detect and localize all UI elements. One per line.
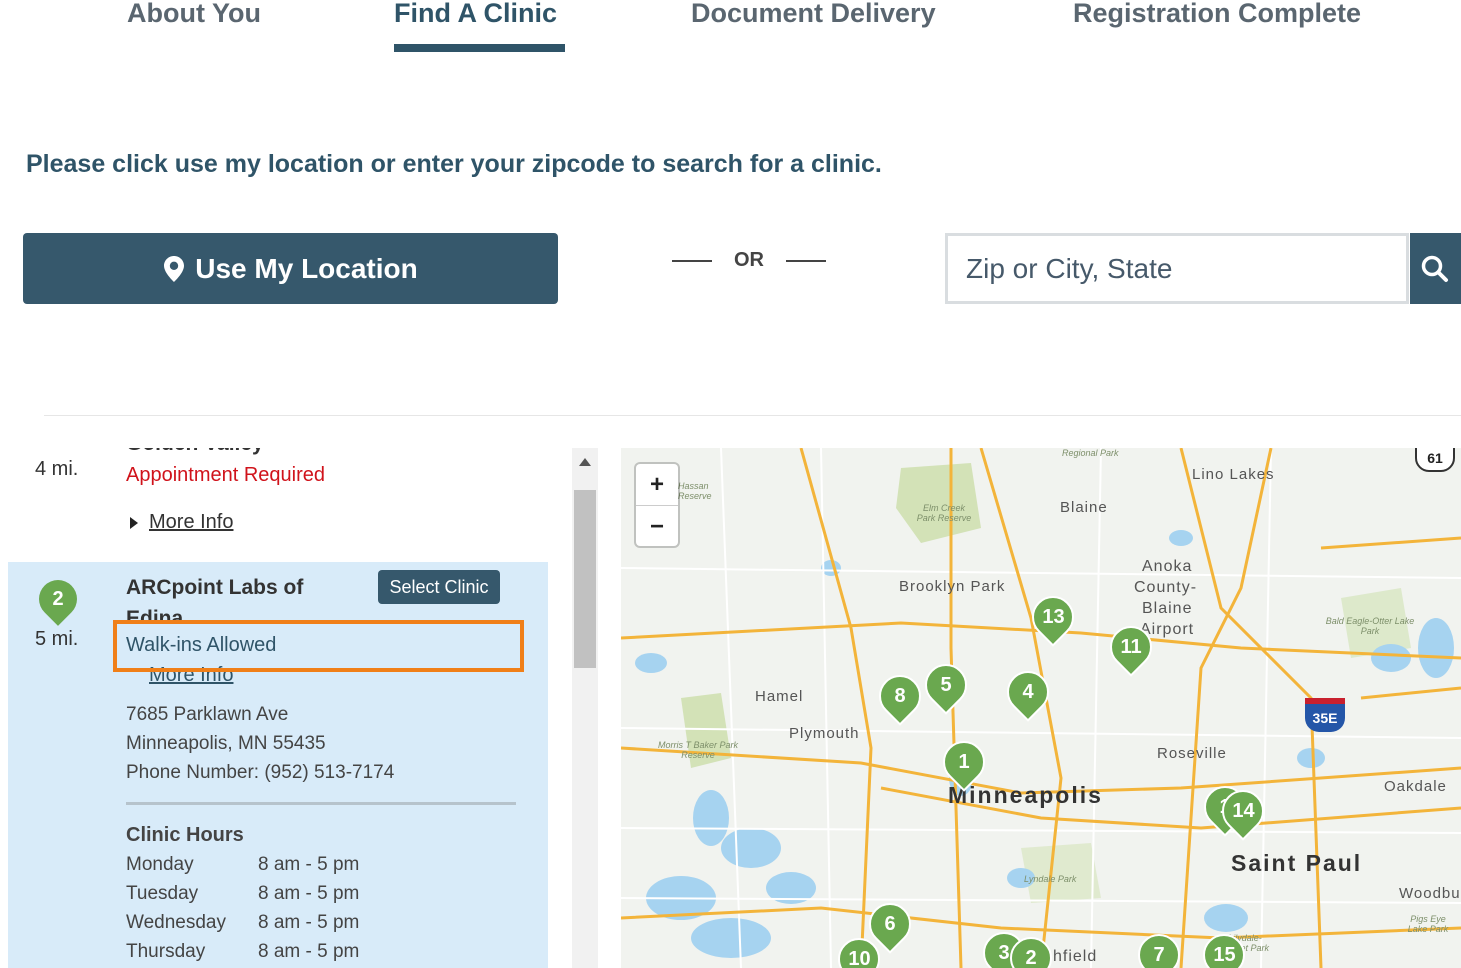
hours-time: 8 am - 5 pm bbox=[258, 883, 360, 904]
appointment-required-label: Appointment Required bbox=[126, 464, 326, 486]
step-document-delivery[interactable]: Document Delivery bbox=[691, 0, 936, 29]
clinic-name-partial: Golden Valley bbox=[126, 448, 264, 456]
map-label: Morris T Baker Park Reserve bbox=[658, 740, 739, 760]
clinic-address-line2: Minneapolis, MN 55435 bbox=[126, 733, 326, 754]
scrollbar-thumb[interactable] bbox=[574, 490, 596, 668]
hours-day: Tuesday bbox=[126, 883, 199, 904]
clinic-number: 2 bbox=[52, 587, 64, 610]
step-about-you[interactable]: About You bbox=[127, 0, 261, 29]
map-label: County- bbox=[1134, 579, 1198, 596]
map-label: Elm Creek Park Reserve bbox=[916, 503, 972, 523]
marker-number: 8 bbox=[894, 684, 906, 707]
marker-number: 11 bbox=[1120, 635, 1142, 658]
map-label: Plymouth bbox=[789, 725, 860, 742]
map-label: Roseville bbox=[1157, 745, 1227, 762]
search-icon bbox=[1421, 255, 1448, 282]
clinic-hours-title: Clinic Hours bbox=[126, 824, 244, 846]
map-label: Hamel bbox=[755, 688, 804, 705]
clinic-phone: Phone Number: (952) 513-7174 bbox=[126, 762, 395, 783]
marker-number: 1 bbox=[958, 750, 970, 773]
marker-number: 14 bbox=[1231, 799, 1255, 822]
highway-number: 35E bbox=[1312, 710, 1338, 726]
or-separator: OR bbox=[672, 249, 826, 272]
search-instruction: Please click use my location or enter yo… bbox=[26, 150, 882, 178]
or-text: OR bbox=[734, 249, 764, 271]
map-label: Brooklyn Park bbox=[899, 578, 1006, 595]
map-label: Oakdale bbox=[1384, 778, 1447, 795]
hours-day: Monday bbox=[126, 854, 194, 875]
clinic-map[interactable]: + − Regional Park Lino Lakes Blaine Hass… bbox=[621, 448, 1461, 968]
interstate-35e-shield-icon: 35E bbox=[1305, 698, 1345, 732]
use-my-location-button[interactable]: Use My Location bbox=[23, 233, 558, 304]
caret-right-icon bbox=[130, 517, 138, 529]
zoom-in-button[interactable]: + bbox=[636, 464, 678, 506]
zoom-out-button[interactable]: − bbox=[636, 506, 678, 547]
hours-time: 8 am - 5 pm bbox=[258, 941, 360, 962]
map-label: Regional Park bbox=[1062, 448, 1119, 458]
map-label: Saint Paul bbox=[1231, 850, 1363, 876]
step-registration-complete[interactable]: Registration Complete bbox=[1073, 0, 1361, 29]
section-divider bbox=[44, 415, 1461, 416]
list-scrollbar[interactable] bbox=[572, 448, 598, 968]
more-info-link[interactable]: More Info bbox=[149, 511, 233, 534]
map-label: Bald Eagle-Otter Lake Park bbox=[1325, 616, 1415, 636]
clinic-address-line1: 7685 Parklawn Ave bbox=[126, 704, 289, 725]
use-my-location-label: Use My Location bbox=[195, 252, 418, 284]
scroll-up-arrow-icon[interactable] bbox=[579, 458, 591, 466]
hours-day: Wednesday bbox=[126, 912, 226, 933]
hours-time: 8 am - 5 pm bbox=[258, 854, 360, 875]
marker-number: 15 bbox=[1212, 943, 1236, 966]
active-step-indicator bbox=[394, 44, 565, 52]
clinic-name: ARCpoint Labs of Edina bbox=[126, 576, 304, 622]
hours-time: 8 am - 5 pm bbox=[258, 912, 360, 933]
location-pin-icon bbox=[164, 255, 185, 282]
highway-61-shield-icon: 61 bbox=[1415, 448, 1455, 472]
marker-number: 5 bbox=[940, 673, 952, 696]
step-find-a-clinic[interactable]: Find A Clinic bbox=[394, 0, 557, 29]
map-label: Hassan Reserve bbox=[678, 481, 712, 501]
clinic-distance: 5 mi. bbox=[35, 628, 79, 650]
marker-number: 10 bbox=[847, 947, 871, 968]
map-label: Anoka bbox=[1142, 558, 1193, 575]
marker-number: 7 bbox=[1153, 943, 1165, 966]
clinic-list[interactable]: Golden Valley 4 mi. Appointment Required… bbox=[0, 448, 570, 968]
zip-search-input[interactable] bbox=[945, 233, 1409, 304]
map-label: Woodbu bbox=[1399, 885, 1461, 902]
marker-number: 4 bbox=[1022, 680, 1034, 703]
search-button[interactable] bbox=[1410, 233, 1461, 304]
map-label: Blaine bbox=[1142, 600, 1193, 617]
clinic-distance: 4 mi. bbox=[35, 458, 79, 480]
map-label: Minneapolis bbox=[948, 782, 1103, 808]
marker-number: 13 bbox=[1041, 605, 1065, 628]
hours-day: Thursday bbox=[126, 941, 206, 962]
highlight-box bbox=[113, 620, 524, 672]
marker-number: 2 bbox=[1025, 946, 1037, 968]
map-label: Blaine bbox=[1060, 499, 1108, 516]
highway-number: 61 bbox=[1427, 450, 1443, 466]
or-line-right bbox=[786, 259, 826, 262]
map-label: Pigs Eye Lake Park bbox=[1407, 914, 1449, 934]
marker-number: 3 bbox=[998, 941, 1010, 964]
card-divider bbox=[126, 802, 516, 805]
map-label: Lyndale Park bbox=[1024, 874, 1077, 884]
select-clinic-button[interactable]: Select Clinic bbox=[378, 570, 500, 604]
zoom-control[interactable]: + − bbox=[636, 464, 678, 546]
marker-number: 6 bbox=[884, 912, 896, 935]
or-line-left bbox=[672, 259, 712, 262]
map-label: Lino Lakes bbox=[1192, 466, 1275, 483]
